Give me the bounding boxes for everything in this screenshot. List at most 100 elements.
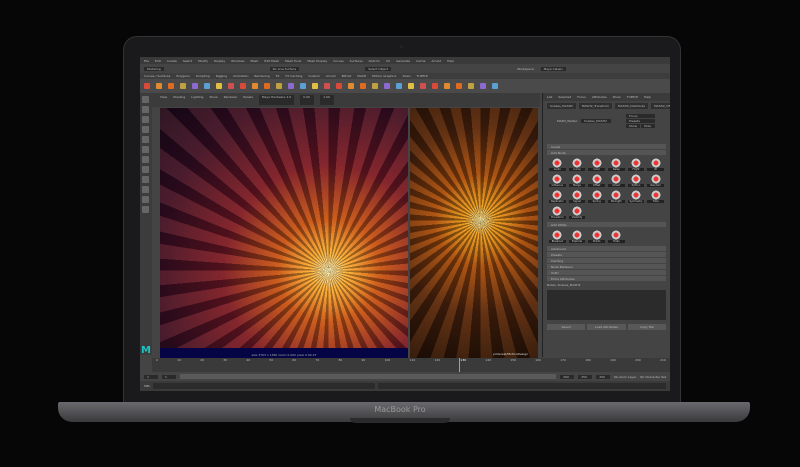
- shelf-tab[interactable]: Motion Graphics: [372, 74, 396, 78]
- node-button[interactable]: Replicator: [549, 190, 566, 203]
- gamma-field[interactable]: 1.00: [320, 95, 335, 105]
- exposure-field[interactable]: 0.00: [300, 95, 315, 105]
- menu-item[interactable]: Help: [447, 59, 454, 63]
- shelf-tool-icon[interactable]: [492, 83, 498, 89]
- tool-icon[interactable]: [142, 156, 149, 163]
- shelf-tool-icon[interactable]: [372, 83, 378, 89]
- workspace-select[interactable]: Maya Classic: [540, 66, 566, 71]
- shelf-tool-icon[interactable]: [264, 83, 270, 89]
- shelf-tool-icon[interactable]: [396, 83, 402, 89]
- shelf-tool-icon[interactable]: [144, 83, 150, 89]
- section-header[interactable]: Node Behavior: [547, 264, 666, 269]
- range-end[interactable]: 250: [578, 374, 593, 379]
- attr-button[interactable]: Select: [547, 324, 586, 330]
- shelf-tab[interactable]: Arnold: [326, 74, 336, 78]
- shelf-tab[interactable]: Sculpting: [196, 74, 210, 78]
- shelf-tab[interactable]: MASH: [357, 74, 366, 78]
- shelf-tool-icon[interactable]: [420, 83, 426, 89]
- node-button[interactable]: Merge: [568, 174, 586, 187]
- tool-icon[interactable]: [142, 206, 149, 213]
- node-button[interactable]: Audio: [549, 158, 566, 171]
- menu-item[interactable]: Deform: [369, 59, 380, 63]
- notes-field[interactable]: [547, 290, 666, 320]
- range-start[interactable]: 1: [144, 374, 158, 379]
- shelf-tool-icon[interactable]: [300, 83, 306, 89]
- shelf-tool-icon[interactable]: [432, 83, 438, 89]
- shelf-tool-icon[interactable]: [468, 83, 474, 89]
- section-header[interactable]: Add Node: [547, 150, 666, 155]
- menu-item[interactable]: Modify: [198, 59, 208, 63]
- shelf-tool-icon[interactable]: [240, 83, 246, 89]
- section-header[interactable]: Extra Attributes: [547, 276, 666, 281]
- node-button[interactable]: Spring: [588, 190, 605, 203]
- shelf-tool-icon[interactable]: [192, 83, 198, 89]
- panel-menu-item[interactable]: Shading: [173, 95, 185, 105]
- tool-icon[interactable]: [142, 126, 149, 133]
- renderer-select[interactable]: Maya Hardware 2.0: [258, 95, 295, 105]
- section-header[interactable]: UUID: [547, 270, 666, 275]
- tool-icon[interactable]: [142, 106, 149, 113]
- shelf-tab[interactable]: FX: [276, 74, 280, 78]
- shelf-tab[interactable]: Rigging: [216, 74, 227, 78]
- node-button[interactable]: Color: [588, 158, 605, 171]
- menu-item[interactable]: Edit: [155, 59, 161, 63]
- shelf-tool-icon[interactable]: [204, 83, 210, 89]
- tool-icon[interactable]: [142, 146, 149, 153]
- node-button[interactable]: Offset: [588, 174, 605, 187]
- shelf-tool-icon[interactable]: [168, 83, 174, 89]
- shelf-tool-icon[interactable]: [384, 83, 390, 89]
- panel-menu-item[interactable]: Renderer: [224, 95, 238, 105]
- menu-item[interactable]: Surfaces: [350, 59, 363, 63]
- attr-tab[interactable]: MASH2_Distribute: [615, 103, 649, 109]
- menu-item[interactable]: Cache: [416, 59, 425, 63]
- shelf-tool-icon[interactable]: [444, 83, 450, 89]
- show-button[interactable]: Show: [625, 124, 641, 128]
- node-button[interactable]: Curve: [568, 158, 586, 171]
- menu-item[interactable]: Generate: [396, 59, 410, 63]
- node-button[interactable]: Time: [647, 190, 664, 203]
- node-button[interactable]: Strength: [607, 190, 625, 203]
- shelf-tab[interactable]: Animation: [233, 74, 248, 78]
- shelf-tool-icon[interactable]: [336, 83, 342, 89]
- tool-icon[interactable]: [142, 166, 149, 173]
- attr-menu-item[interactable]: TURTLE: [627, 95, 638, 99]
- shelf-tool-icon[interactable]: [252, 83, 258, 89]
- node-button[interactable]: Trails: [607, 230, 625, 243]
- node-button[interactable]: Orient: [607, 174, 625, 187]
- playback-start[interactable]: 1: [162, 374, 176, 379]
- playback-end[interactable]: 250: [560, 374, 575, 379]
- time-slider[interactable]: 0 10 20 30 40 50 60 70 80 90 100 110 120 130 140 150 160…: [152, 358, 670, 372]
- presets-button[interactable]: Presets: [625, 119, 656, 123]
- character-set[interactable]: No Character Set: [640, 375, 666, 379]
- shelf-tool-icon[interactable]: [216, 83, 222, 89]
- tool-icon[interactable]: [142, 196, 149, 203]
- shelf-tab[interactable]: XGen: [402, 74, 410, 78]
- attr-tab[interactable]: MASH2_OF: [651, 103, 670, 109]
- menu-item[interactable]: Windows: [231, 59, 244, 63]
- tool-icon[interactable]: [142, 176, 149, 183]
- menu-item[interactable]: Display: [214, 59, 225, 63]
- node-button[interactable]: Influence: [549, 174, 566, 187]
- node-button[interactable]: Visibility: [568, 206, 586, 219]
- panel-menu-item[interactable]: Show: [209, 95, 217, 105]
- live-surface[interactable]: No Live Surface: [269, 66, 300, 71]
- node-button[interactable]: Symmetry: [627, 190, 645, 203]
- menu-item[interactable]: Arnold: [431, 59, 441, 63]
- node-button[interactable]: Flight: [627, 158, 645, 171]
- waiter-field[interactable]: Snakes_MASH2: [580, 119, 611, 123]
- section-header[interactable]: Advanced: [547, 246, 666, 251]
- node-button[interactable]: Random: [647, 174, 664, 187]
- tool-icon[interactable]: [142, 186, 149, 193]
- node-button[interactable]: Explode: [568, 230, 586, 243]
- section-add-utility[interactable]: Add Utility: [547, 222, 666, 227]
- shelf-tool-icon[interactable]: [456, 83, 462, 89]
- attr-button[interactable]: Load Attributes: [587, 324, 626, 330]
- tool-icon[interactable]: [142, 136, 149, 143]
- mel-label[interactable]: MEL: [144, 384, 150, 388]
- attr-menu-item[interactable]: Attributes: [592, 95, 607, 99]
- menu-item[interactable]: Select: [183, 59, 192, 63]
- shelf-tab[interactable]: Curves / Surfaces: [144, 74, 170, 78]
- attr-tab[interactable]: MASH2_Transform: [578, 103, 613, 109]
- shelf-tool-icon[interactable]: [228, 83, 234, 89]
- menu-item[interactable]: Curves: [333, 59, 343, 63]
